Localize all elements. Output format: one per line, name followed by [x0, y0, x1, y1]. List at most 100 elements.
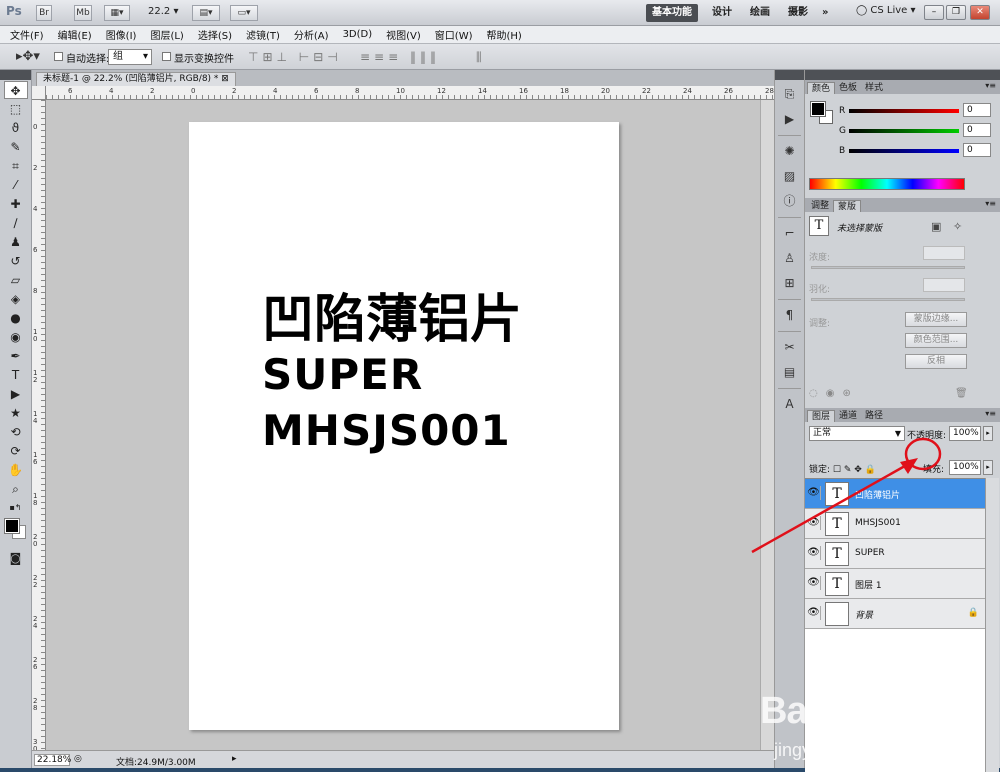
marquee-tool-icon[interactable]: ⬚ — [4, 100, 28, 118]
move-tool-icon[interactable]: ✥ — [3, 81, 28, 99]
brush-tool-icon[interactable]: ∕ — [4, 214, 28, 232]
move-tool-preset-icon[interactable]: ▸✥▾ — [16, 49, 40, 64]
feather-input[interactable] — [923, 278, 965, 292]
quick-mask-icon[interactable]: ◙ — [4, 549, 28, 567]
status-info-icon[interactable]: ◎ — [74, 754, 82, 764]
invert-button[interactable]: 反相 — [905, 354, 967, 369]
green-slider[interactable] — [849, 129, 959, 133]
eye-icon[interactable]: 👁 — [807, 516, 821, 530]
density-slider[interactable] — [811, 266, 965, 269]
opacity-arrow[interactable]: ▸ — [983, 426, 993, 441]
pen-tool-icon[interactable]: ✒ — [4, 347, 28, 365]
canvas-area[interactable]: 凹陷薄铝片 SUPER MHSJS001 — [46, 100, 774, 750]
lock-icons[interactable]: ☐ ✎ ✥ 🔒 — [833, 465, 876, 475]
tool-presets-icon[interactable]: ⊞ — [779, 272, 801, 294]
swap-colors-icon[interactable]: ▪↰ — [4, 499, 28, 517]
eye-icon[interactable]: 👁 — [807, 486, 821, 500]
tab-swatches[interactable]: 色板 — [835, 82, 861, 94]
color-spectrum-bar[interactable] — [809, 178, 965, 190]
density-input[interactable] — [923, 246, 965, 260]
blue-value-input[interactable]: 0 — [963, 143, 991, 157]
type-tool-icon[interactable]: T — [4, 366, 28, 384]
tab-channels[interactable]: 通道 — [835, 410, 861, 422]
eye-icon[interactable]: 👁 — [807, 576, 821, 590]
layer-name[interactable]: 图层 1 — [855, 578, 882, 591]
menu-file[interactable]: 文件(F) — [10, 27, 44, 42]
layer-row[interactable]: 👁 T 图层 1 — [805, 569, 985, 599]
arrange-documents-button[interactable]: ▤▾ — [192, 5, 220, 21]
zoom-tool-icon[interactable]: ⌕ — [4, 480, 28, 498]
actions-panel-icon[interactable]: ▶ — [779, 108, 801, 130]
paragraph-panel-icon[interactable]: ¶ — [779, 304, 801, 326]
fill-arrow[interactable]: ▸ — [983, 460, 993, 475]
close-tab-icon[interactable]: ⊠ — [221, 74, 229, 84]
panels-header[interactable] — [805, 70, 1000, 80]
workspace-essentials[interactable]: 基本功能 — [646, 4, 698, 22]
view-extras-button[interactable]: ▦▾ — [104, 5, 130, 21]
layer-name[interactable]: MHSJS001 — [855, 518, 901, 528]
workspace-design[interactable]: 设计 — [706, 4, 738, 22]
tab-styles[interactable]: 样式 — [861, 82, 887, 94]
3d-orbit-tool-icon[interactable]: ⟳ — [4, 442, 28, 460]
menu-help[interactable]: 帮助(H) — [487, 27, 522, 42]
red-value-input[interactable]: 0 — [963, 103, 991, 117]
3d-panel-icon[interactable]: ✺ — [779, 140, 801, 162]
document-canvas[interactable]: 凹陷薄铝片 SUPER MHSJS001 — [189, 122, 619, 730]
zoom-level[interactable]: 22.2 ▾ — [148, 6, 178, 17]
tab-color[interactable]: 颜色 — [807, 82, 836, 94]
3d-rotate-tool-icon[interactable]: ⟲ — [4, 423, 28, 441]
menu-select[interactable]: 选择(S) — [198, 27, 232, 42]
mini-bridge-button[interactable]: Mb — [74, 5, 92, 21]
document-tab[interactable]: 未标题-1 @ 22.2% (凹陷薄铝片, RGB/8) * ⊠ — [36, 72, 236, 86]
tools-extra-icon[interactable]: ✂ — [779, 336, 801, 358]
layer-name[interactable]: SUPER — [855, 548, 885, 558]
eye-icon[interactable]: 👁 — [807, 546, 821, 560]
blur-tool-icon[interactable]: ● — [4, 309, 28, 327]
brush-presets-icon[interactable]: ⌐ — [779, 222, 801, 244]
layer-row[interactable]: 👁 T MHSJS001 — [805, 509, 985, 539]
mask-panel-menu-icon[interactable]: ▾≡ — [985, 199, 996, 208]
restore-button[interactable]: ❐ — [946, 5, 966, 20]
dock-header[interactable] — [775, 70, 804, 80]
menu-window[interactable]: 窗口(W) — [435, 27, 473, 42]
layer-row[interactable]: 👁 T 凹陷薄铝片 — [805, 479, 985, 509]
bridge-button[interactable]: Br — [36, 5, 52, 21]
auto-align-icon[interactable]: ⫼ — [476, 50, 486, 65]
tab-layers[interactable]: 图层 — [807, 410, 836, 422]
navigator-panel-icon[interactable]: ▨ — [779, 165, 801, 187]
history-brush-tool-icon[interactable]: ↺ — [4, 252, 28, 270]
quick-select-tool-icon[interactable]: ✎ — [4, 138, 28, 156]
pixel-mask-icon[interactable]: ▣ — [931, 220, 941, 233]
crop-tool-icon[interactable]: ⌗ — [4, 157, 28, 175]
ruler-origin[interactable] — [32, 86, 46, 100]
feather-slider[interactable] — [811, 298, 965, 301]
cs-live-button[interactable]: ◯ CS Live ▾ — [856, 5, 916, 16]
tab-paths[interactable]: 路径 — [861, 410, 887, 422]
dodge-tool-icon[interactable]: ◉ — [4, 328, 28, 346]
mask-footer-icons[interactable]: ◌◉⊛ — [809, 388, 859, 399]
blend-mode-dropdown[interactable]: 正常 ▼ — [809, 426, 905, 441]
layer-name[interactable]: 背景 — [855, 608, 873, 621]
vector-mask-icon[interactable]: ✧ — [953, 220, 962, 233]
auto-select-checkbox[interactable] — [54, 52, 63, 61]
mask-delete-icon[interactable]: 🗑 — [955, 388, 968, 399]
history-panel-icon[interactable]: ⎘ — [779, 83, 801, 105]
color-fg-swatch[interactable] — [810, 101, 826, 117]
eyedropper-tool-icon[interactable]: ⁄ — [4, 176, 28, 194]
lasso-tool-icon[interactable]: ϑ — [4, 119, 28, 137]
menu-image[interactable]: 图像(I) — [106, 27, 137, 42]
tab-adjustments[interactable]: 调整 — [807, 200, 833, 212]
eye-icon[interactable]: 👁 — [807, 606, 821, 620]
eraser-tool-icon[interactable]: ▱ — [4, 271, 28, 289]
vertical-ruler[interactable]: 024681 01 21 41 61 82 02 22 42 62 83 0 — [32, 100, 46, 753]
healing-brush-tool-icon[interactable]: ✚ — [4, 195, 28, 213]
color-panel-menu-icon[interactable]: ▾≡ — [985, 81, 996, 90]
layers-panel-menu-icon[interactable]: ▾≡ — [985, 409, 996, 418]
character-panel-icon[interactable]: A — [779, 393, 801, 415]
status-menu-arrow-icon[interactable]: ▸ — [232, 754, 237, 764]
clone-stamp-tool-icon[interactable]: ♟ — [4, 233, 28, 251]
layer-row[interactable]: 👁 T SUPER — [805, 539, 985, 569]
foreground-color-swatch[interactable] — [4, 518, 20, 534]
opacity-input[interactable]: 100% — [949, 426, 981, 441]
more-workspaces-button[interactable]: » — [816, 4, 834, 22]
